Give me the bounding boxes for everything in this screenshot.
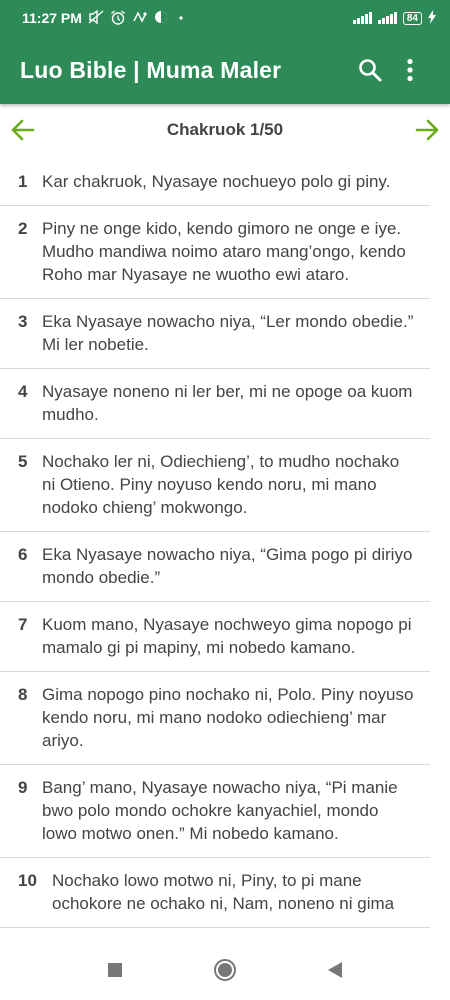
- more-options-button[interactable]: [390, 50, 430, 90]
- home-button[interactable]: [210, 955, 240, 985]
- chapter-title: Chakruok 1/50: [166, 120, 284, 139]
- battery-level: 84: [402, 11, 422, 25]
- square-icon: [108, 963, 122, 977]
- recents-button[interactable]: [100, 955, 130, 985]
- verse-number: 7: [18, 615, 28, 634]
- verse-item[interactable]: 5 Nochako ler ni, Odiechieng’, to mudho n…: [0, 439, 430, 532]
- next-chapter-button[interactable]: [412, 115, 442, 145]
- app-title: Luo Bible | Muma Maler: [20, 56, 282, 83]
- arrow-right-icon: [415, 119, 439, 141]
- verse-number: 10: [18, 871, 37, 890]
- verse-number: 3: [18, 312, 28, 331]
- verse-number: 2: [18, 219, 28, 238]
- verse-text: Eka Nyasaye nowacho niya, “Gima pogo pi …: [42, 545, 413, 587]
- search-button[interactable]: [350, 50, 390, 90]
- verse-item[interactable]: 1 Kar chakruok, Nyasaye nochueyo polo gi …: [0, 156, 430, 206]
- verse-item[interactable]: 3 Eka Nyasaye nowacho niya, “Ler mondo ob…: [0, 299, 430, 369]
- sync-icon: [132, 10, 148, 26]
- verse-text: Gima nopogo pino nochako ni, Polo. Piny …: [42, 685, 414, 750]
- verse-number: 1: [18, 172, 28, 191]
- circle-icon: [214, 959, 236, 981]
- alarm-icon: [110, 9, 126, 27]
- verse-number: 9: [18, 778, 28, 797]
- verse-item[interactable]: 7 Kuom mano, Nyasaye nochweyo gima nopogo…: [0, 602, 430, 672]
- status-bar: 11:27 PM 84: [0, 0, 450, 36]
- verse-text: Kuom mano, Nyasaye nochweyo gima nopogo …: [42, 615, 412, 657]
- verse-item[interactable]: 10 Nochako lowo motwo ni, Piny, to pi man…: [0, 858, 430, 928]
- verse-number: 5: [18, 452, 28, 471]
- verse-text: Bang’ mano, Nyasaye nowacho niya, “Pi ma…: [42, 778, 398, 843]
- more-vert-icon: [407, 58, 413, 82]
- dot-icon: [174, 12, 188, 25]
- verse-text: Nochako ler ni, Odiechieng’, to mudho no…: [42, 452, 400, 517]
- signal-icon: [352, 12, 372, 24]
- verse-text: Nochako lowo motwo ni, Piny, to pi mane …: [52, 871, 395, 913]
- previous-chapter-button[interactable]: [8, 115, 38, 145]
- search-icon: [359, 59, 382, 82]
- verse-item[interactable]: 8 Gima nopogo pino nochako ni, Polo. Piny…: [0, 672, 430, 765]
- verse-item[interactable]: 9 Bang’ mano, Nyasaye nowacho niya, “Pi m…: [0, 765, 430, 858]
- arrow-left-icon: [11, 119, 35, 141]
- verse-item[interactable]: 2 Piny ne onge kido, kendo gimoro ne onge…: [0, 206, 430, 299]
- verse-text: Kar chakruok, Nyasaye nochueyo polo gi p…: [42, 172, 391, 191]
- chapter-navigation: Chakruok 1/50: [0, 104, 450, 156]
- data-icon: [154, 10, 168, 26]
- system-navigation-bar: [0, 940, 450, 1000]
- verse-text: Nyasaye noneno ni ler ber, mi ne opoge o…: [42, 382, 413, 424]
- verse-number: 4: [18, 382, 28, 401]
- verse-item[interactable]: 4 Nyasaye noneno ni ler ber, mi ne opoge …: [0, 369, 430, 439]
- verse-text: Piny ne onge kido, kendo gimoro ne onge …: [42, 219, 406, 284]
- charging-icon: [428, 9, 436, 27]
- signal-icon-2: [377, 12, 397, 24]
- mute-icon: [88, 9, 104, 26]
- back-button[interactable]: [320, 955, 350, 985]
- app-bar: Luo Bible | Muma Maler: [0, 36, 450, 104]
- verse-text: Eka Nyasaye nowacho niya, “Ler mondo obe…: [42, 312, 414, 354]
- verse-number: 8: [18, 685, 28, 704]
- triangle-back-icon: [328, 962, 342, 978]
- verse-item[interactable]: 6 Eka Nyasaye nowacho niya, “Gima pogo pi…: [0, 532, 430, 602]
- status-time: 11:27 PM: [22, 10, 82, 26]
- verse-list[interactable]: 1 Kar chakruok, Nyasaye nochueyo polo gi …: [0, 156, 450, 940]
- verse-number: 6: [18, 545, 28, 564]
